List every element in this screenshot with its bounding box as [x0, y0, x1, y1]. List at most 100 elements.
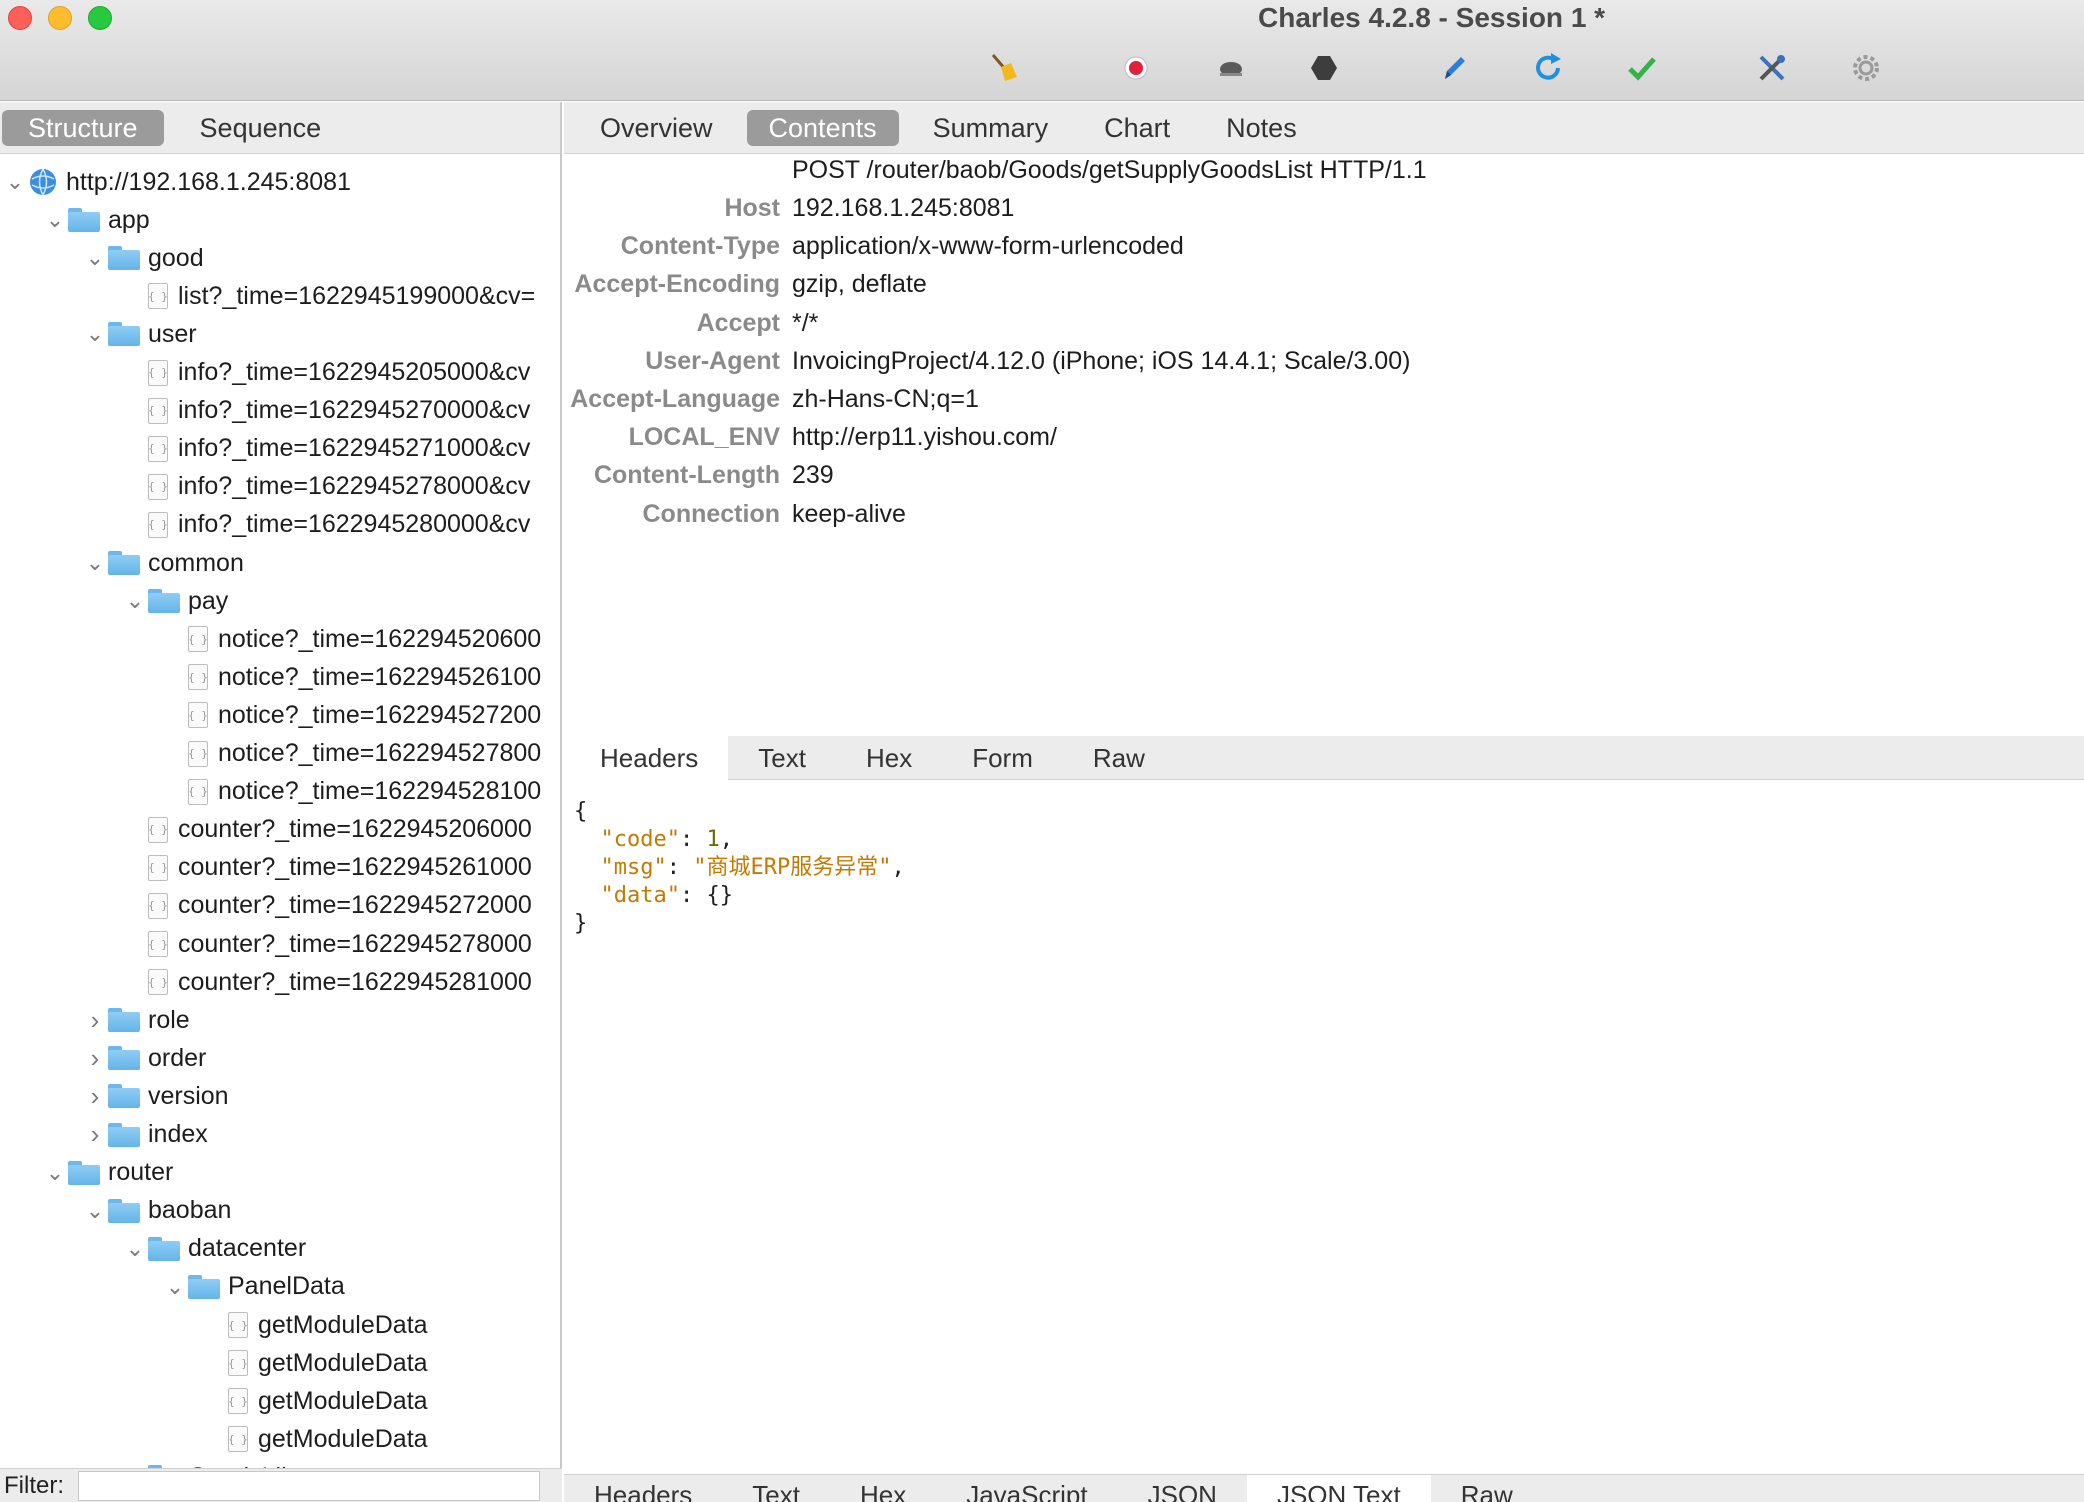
header-row: Accept-Encoding gzip, deflate — [564, 270, 926, 308]
window-title: Charles 4.2.8 - Session 1 * — [1258, 2, 1606, 33]
resp-subtab-javascript[interactable]: JavaScript — [936, 1475, 1117, 1502]
tree-folder-item[interactable]: ⌄ user — [82, 315, 197, 353]
tree-file-item[interactable]: { } getModuleData — [202, 1382, 428, 1420]
tab-chart[interactable]: Chart — [1082, 110, 1192, 146]
subtab-raw[interactable]: Raw — [1063, 736, 1175, 780]
subtab-text[interactable]: Text — [728, 736, 836, 780]
header-value: zh-Hans-CN;q=1 — [792, 385, 979, 413]
tree-file-item[interactable]: { } info?_time=1622945280000&cv — [122, 506, 530, 544]
tree-file-item[interactable]: { } counter?_time=1622945261000 — [122, 849, 532, 887]
tree-file-item[interactable]: { } notice?_time=162294527800 — [162, 735, 541, 773]
tree-file-item[interactable]: { } notice?_time=162294520600 — [162, 620, 541, 658]
tree-file-item[interactable]: { } counter?_time=1622945272000 — [122, 887, 532, 925]
tree-file-item[interactable]: { } notice?_time=162294527200 — [162, 696, 541, 734]
tree-file-item[interactable]: { } info?_time=1622945271000&cv — [122, 430, 530, 468]
chevron-down-icon[interactable]: ⌄ — [42, 207, 68, 233]
tree-folder-item[interactable]: ⌄ good — [82, 239, 204, 277]
resp-subtab-headers[interactable]: Headers — [564, 1475, 722, 1502]
tree-file-item[interactable]: { } counter?_time=1622945278000 — [122, 925, 532, 963]
tools-icon[interactable] — [1752, 48, 1792, 88]
tree-file-item[interactable]: { } counter?_time=1622945206000 — [122, 811, 532, 849]
subtab-form[interactable]: Form — [942, 736, 1063, 780]
validate-check-icon[interactable] — [1622, 48, 1662, 88]
subtab-headers[interactable]: Headers — [570, 735, 729, 780]
tree-item-label: http://192.168.1.245:8081 — [66, 167, 351, 196]
tab-summary[interactable]: Summary — [911, 110, 1071, 146]
resp-subtab-hex[interactable]: Hex — [830, 1475, 936, 1502]
json-key: "msg" — [600, 855, 667, 880]
throttle-turtle-icon[interactable] — [1211, 48, 1251, 88]
tree-item-label: app — [108, 205, 150, 234]
request-line-row: POST /router/baob/Goods/getSupplyGoodsLi… — [564, 156, 1427, 194]
tree-file-item[interactable]: { } counter?_time=1622945281000 — [122, 963, 532, 1001]
chevron-right-icon[interactable]: › — [82, 1043, 108, 1074]
tree-item-label: notice?_time=162294520600 — [218, 624, 542, 653]
header-row: Accept-Language zh-Hans-CN;q=1 — [564, 385, 979, 423]
tree-folder-item[interactable]: ⌄ datacenter — [122, 1230, 306, 1268]
resp-subtab-raw[interactable]: Raw — [1431, 1475, 1543, 1502]
chevron-right-icon[interactable]: › — [82, 1081, 108, 1112]
record-icon[interactable] — [1116, 48, 1156, 88]
tree-folder-item[interactable]: › role — [82, 1001, 190, 1039]
filter-bar: Filter: — [0, 1468, 562, 1502]
tree-folder-item[interactable]: ⌄ pay — [122, 582, 229, 620]
tree-item-label: list?_time=1622945199000&cv= — [178, 281, 536, 310]
json-file-icon: { } — [148, 511, 168, 538]
chevron-down-icon[interactable]: ⌄ — [162, 1274, 188, 1300]
chevron-down-icon[interactable]: ⌄ — [82, 245, 108, 271]
tree-folder-item[interactable]: ⌄ common — [82, 544, 244, 582]
tab-sequence[interactable]: Sequence — [174, 110, 348, 146]
tab-notes[interactable]: Notes — [1204, 110, 1319, 146]
json-close-brace: } — [574, 911, 588, 936]
breakpoint-hexagon-icon[interactable] — [1304, 48, 1344, 88]
tree-folder-item[interactable]: › order — [82, 1039, 207, 1077]
tree-item-label: user — [148, 319, 197, 348]
tree-folder-item[interactable]: › index — [82, 1116, 208, 1154]
tree-folder-item[interactable]: ⌄ router — [42, 1154, 174, 1192]
tree-file-item[interactable]: { } info?_time=1622945205000&cv — [122, 354, 530, 392]
close-window-button[interactable] — [8, 6, 32, 30]
chevron-right-icon[interactable]: › — [82, 1005, 108, 1036]
resp-subtab-json-text[interactable]: JSON Text — [1246, 1475, 1431, 1502]
tree-file-item[interactable]: { } notice?_time=162294526100 — [162, 658, 541, 696]
resp-subtab-json[interactable]: JSON — [1118, 1475, 1247, 1502]
tree-file-item[interactable]: { } getModuleData — [202, 1420, 428, 1458]
settings-gear-icon[interactable] — [1846, 48, 1886, 88]
tree-folder-item[interactable]: ⌄ PanelData — [162, 1268, 345, 1306]
chevron-down-icon[interactable]: ⌄ — [82, 550, 108, 576]
filter-input[interactable] — [78, 1470, 540, 1501]
chevron-down-icon[interactable]: ⌄ — [82, 1198, 108, 1224]
chevron-down-icon[interactable]: ⌄ — [82, 321, 108, 347]
tree-file-item[interactable]: { } getModuleData — [202, 1306, 428, 1344]
tree-folder-item[interactable]: ⌄ app — [42, 201, 150, 239]
chevron-down-icon[interactable]: ⌄ — [42, 1160, 68, 1186]
tree-folder-item[interactable]: › version — [82, 1077, 229, 1115]
tree-file-item[interactable]: { } info?_time=1622945278000&cv — [122, 468, 530, 506]
broom-icon[interactable] — [984, 48, 1024, 88]
folder-icon — [108, 1046, 140, 1071]
tab-contents[interactable]: Contents — [746, 109, 899, 146]
maximize-window-button[interactable] — [88, 6, 112, 30]
repeat-refresh-icon[interactable] — [1528, 48, 1568, 88]
chevron-down-icon[interactable]: ⌄ — [122, 588, 148, 614]
tree-file-item[interactable]: { } notice?_time=162294528100 — [162, 773, 541, 811]
tree-folder-item[interactable]: ⌄ baoban — [82, 1192, 232, 1230]
subtab-hex[interactable]: Hex — [836, 736, 942, 780]
tree-file-item[interactable]: { } getModuleData — [202, 1344, 428, 1382]
tree-item-label: counter?_time=1622945261000 — [178, 853, 532, 882]
tree-item-label: router — [108, 1158, 174, 1187]
tree-file-item[interactable]: { } list?_time=1622945199000&cv= — [122, 277, 535, 315]
tab-structure[interactable]: Structure — [2, 109, 164, 146]
tree-file-item[interactable]: { } info?_time=1622945270000&cv — [122, 392, 530, 430]
header-key: Accept — [696, 308, 780, 337]
tree-host-item[interactable]: ⌄ http://192.168.1.245:8081 — [2, 163, 351, 201]
json-file-icon: { } — [188, 740, 208, 767]
tab-overview[interactable]: Overview — [578, 110, 735, 146]
json-file-icon: { } — [188, 702, 208, 729]
chevron-down-icon[interactable]: ⌄ — [2, 169, 28, 195]
chevron-down-icon[interactable]: ⌄ — [122, 1236, 148, 1262]
chevron-right-icon[interactable]: › — [82, 1119, 108, 1150]
compose-pen-icon[interactable] — [1434, 48, 1474, 88]
minimize-window-button[interactable] — [48, 6, 72, 30]
resp-subtab-text[interactable]: Text — [722, 1475, 830, 1502]
